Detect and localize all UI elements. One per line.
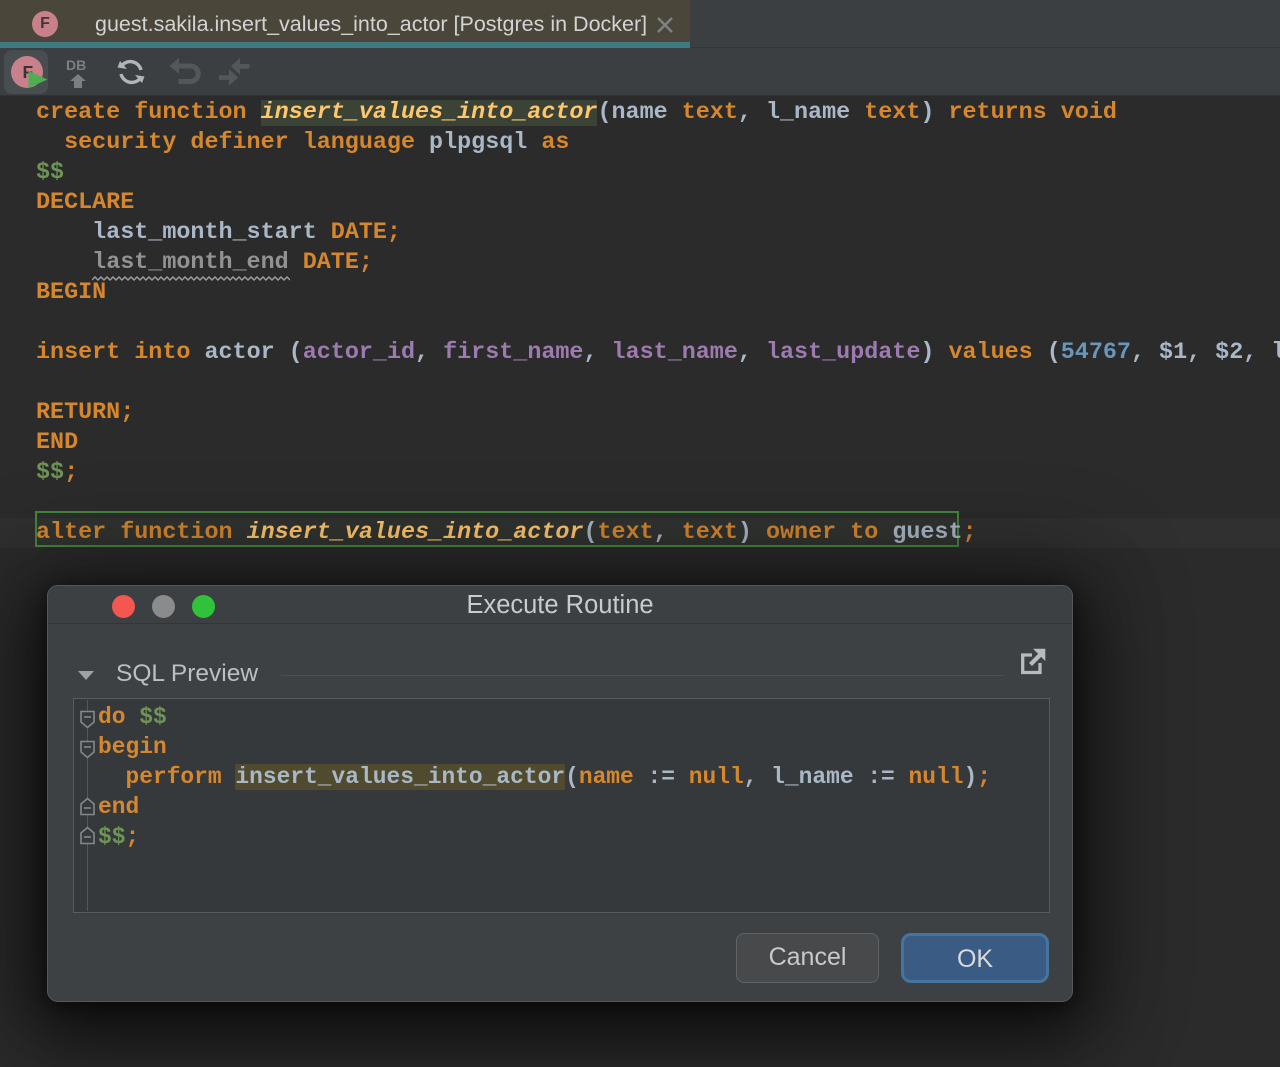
svg-text:DB: DB xyxy=(66,57,86,73)
